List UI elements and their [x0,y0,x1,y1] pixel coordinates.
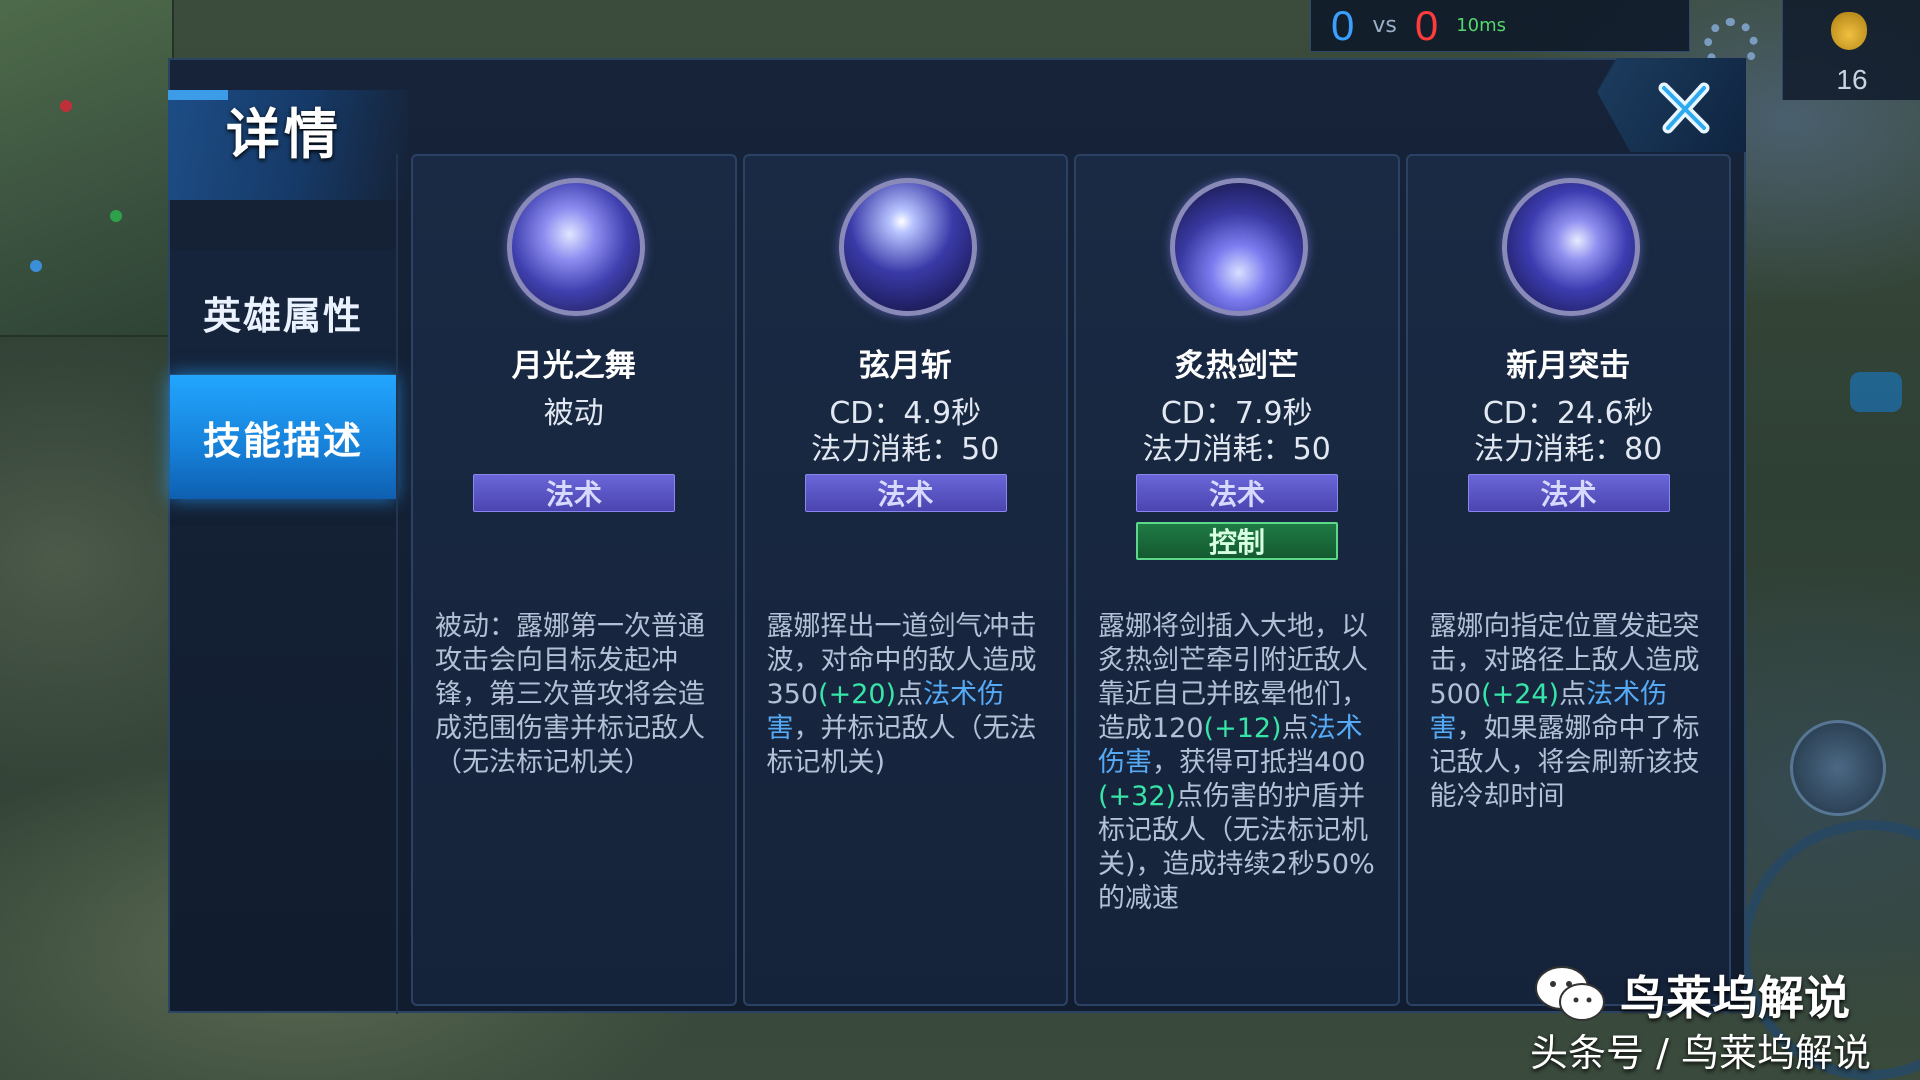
skill-name: 新月突击 [1506,348,1631,384]
skill-meta: CD：24.6秒 法力消耗：80 [1408,396,1730,468]
watermark-subtitle: 头条号 / 鸟莱坞解说 [1530,1031,1871,1075]
watermark: 鸟莱坞解说 头条号 / 鸟莱坞解说 [1528,960,1920,1080]
scaling-value: (+32) [1098,781,1177,812]
scaling-value: (+24) [1481,679,1560,710]
magic-tag: 法术 [804,474,1007,512]
minimap[interactable] [0,0,174,337]
skill-name: 炙热剑芒 [1174,348,1299,384]
crescent-slash-icon [838,178,977,316]
description-text: 点 [1559,679,1587,710]
scoreboard: 0 vs 0 10ms [1310,0,1690,52]
skill-meta: CD：4.9秒 法力消耗：50 [745,396,1067,468]
control-tag: 控制 [1136,522,1338,560]
modal-header: 详情 [168,58,1746,200]
skill-card: 炙热剑芒 CD：7.9秒 法力消耗：50 法术 控制 露娜将剑插入大地，以炙热剑… [1074,154,1400,1006]
skill-meta-line: 被动 [543,396,604,431]
description-text: ，并标记敌人（无法标记机关) [766,713,1037,778]
ping-readout: 10ms [1456,15,1507,36]
vs-label: vs [1372,13,1397,38]
magic-tag: 法术 [1136,474,1338,512]
gold-bag-icon [1831,12,1867,50]
scaling-value: (+20) [818,679,897,710]
gold-count: 16 [1836,64,1868,95]
skill-meta-line: CD：4.9秒 [829,396,982,431]
new-moon-strike-icon [1501,178,1640,316]
tab-label: 技能描述 [202,418,363,463]
description-text: 点 [896,679,924,710]
minimap-enemy-dot [60,100,72,112]
skill-meta-line: 法力消耗：50 [1142,432,1331,467]
minimap-tower-dot [30,260,42,272]
modal-title: 详情 [226,103,342,166]
skill-description: 露娜挥出一道剑气冲击波，对命中的敌人造成350(+20)点法术伤害，并标记敌人（… [767,610,1049,780]
moonlight-dance-icon [507,178,645,316]
description-text: 点 [1281,713,1309,744]
blue-team-score: 0 [1331,1,1355,49]
minimap-ally-dot [110,210,122,222]
skill-name: 月光之舞 [511,348,636,384]
sidebar: 英雄属性 技能描述 [170,250,396,499]
skill-card: 月光之舞 被动 法术 被动：露娜第一次普通攻击会向目标发起冲锋，第三次普攻将会造… [411,154,737,1006]
chat-icon[interactable] [1850,372,1902,412]
tab-hero-attributes[interactable]: 英雄属性 [170,250,396,375]
description-text: ，获得可抵挡400 [1152,747,1366,778]
wechat-icon [1535,966,1605,1021]
push-tower-icon[interactable] [1790,720,1886,816]
red-team-score: 0 [1414,1,1439,49]
skill-meta: 被动 [413,396,735,432]
watermark-title: 鸟莱坞解说 [1620,971,1850,1025]
tab-skill-description[interactable]: 技能描述 [170,375,396,499]
skill-meta-line: 法力消耗：80 [1474,432,1663,467]
description-text: 被动：露娜第一次普通攻击会向目标发起冲锋，第三次普攻将会造成范围伤害并标记敌人（… [435,611,705,778]
details-modal: 详情 英雄属性 技能描述 月光之舞 被动 法术 被动：露娜第一次普通攻击会向目标… [168,58,1746,1014]
sidebar-divider [396,154,398,1014]
gold-panel[interactable]: 16 [1782,0,1920,100]
skill-meta: CD：7.9秒 法力消耗：50 [1076,396,1398,468]
scaling-value: (+12) [1203,713,1282,744]
close-icon [1658,82,1710,134]
skill-card: 新月突击 CD：24.6秒 法力消耗：80 法术 露娜向指定位置发起突击，对路径… [1405,154,1731,1006]
tab-label: 英雄属性 [202,293,363,338]
blazing-sword-icon [1170,178,1308,316]
close-button[interactable] [1646,66,1726,146]
skill-meta-line: CD：7.9秒 [1160,396,1313,431]
skill-name: 弦月斩 [858,348,952,384]
skill-card: 弦月斩 CD：4.9秒 法力消耗：50 法术 露娜挥出一道剑气冲击波，对命中的敌… [742,154,1068,1006]
skill-cards: 月光之舞 被动 法术 被动：露娜第一次普通攻击会向目标发起冲锋，第三次普攻将会造… [411,154,1731,1006]
magic-tag: 法术 [473,474,675,512]
skill-meta-line: 法力消耗：50 [811,432,1000,467]
skill-description: 露娜将剑插入大地，以炙热剑芒牵引附近敌人靠近自己并眩晕他们，造成120(+12)… [1098,610,1380,916]
description-text: ，如果露娜命中了标记敌人，将会刷新该技能冷却时间 [1429,713,1700,812]
skill-description: 被动：露娜第一次普通攻击会向目标发起冲锋，第三次普攻将会造成范围伤害并标记敌人（… [435,610,717,780]
magic-tag: 法术 [1467,474,1670,512]
skill-description: 露娜向指定位置发起突击，对路径上敌人造成500(+24)点法术伤害，如果露娜命中… [1430,610,1712,814]
skill-meta-line: CD：24.6秒 [1482,396,1654,431]
